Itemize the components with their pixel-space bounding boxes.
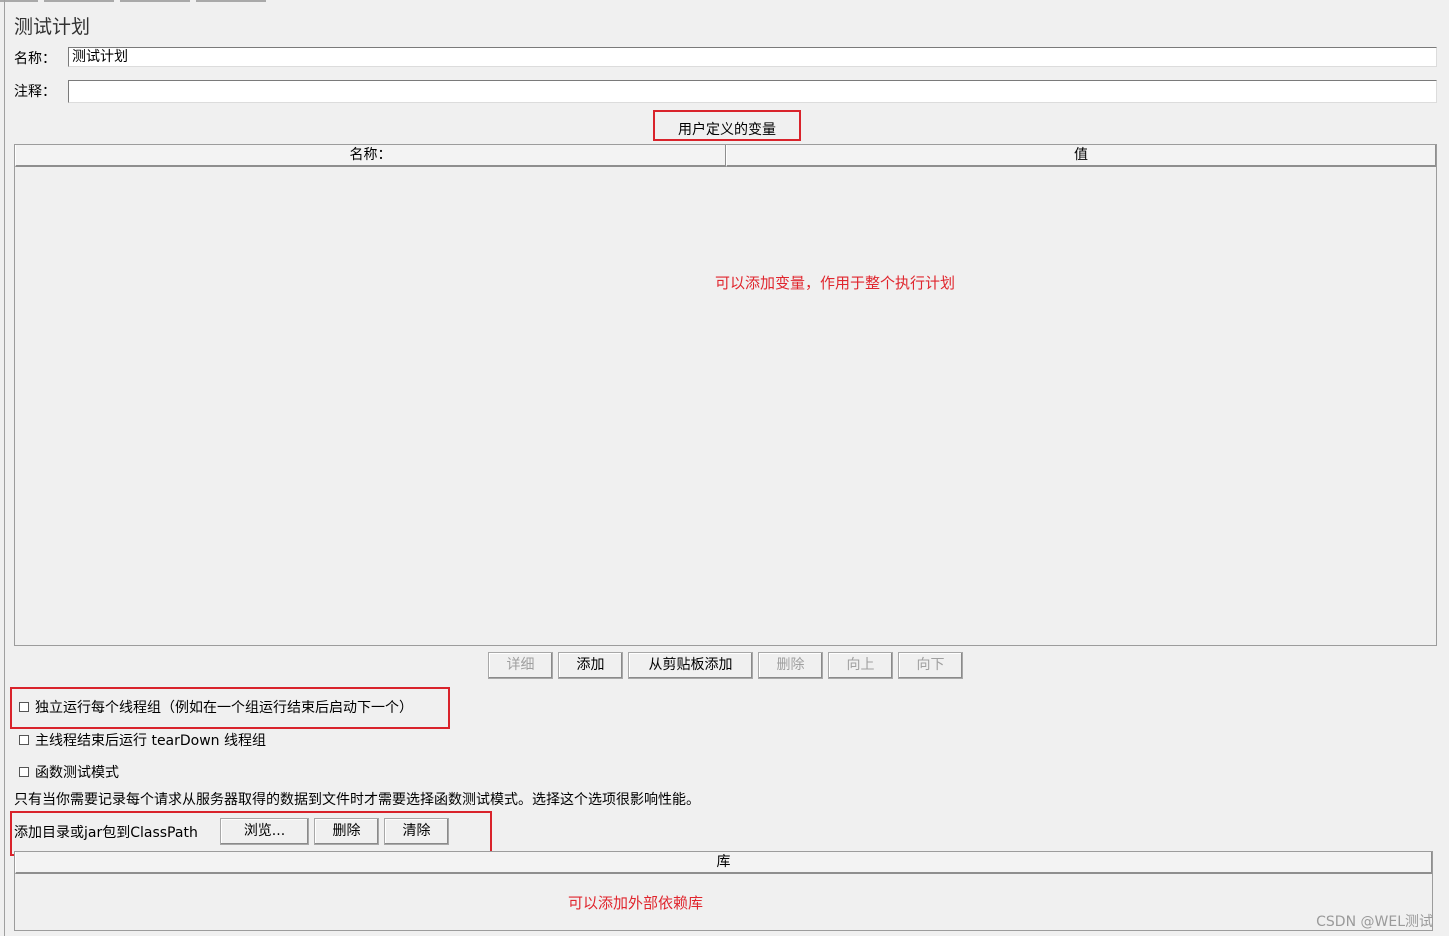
serialize-threadgroups-label: 独立运行每个线程组（例如在一个组运行结束后启动下一个）: [35, 700, 413, 716]
variables-section-title: 用户定义的变量: [678, 122, 776, 138]
library-annotation: 可以添加外部依赖库: [568, 894, 704, 912]
teardown-checkbox[interactable]: [19, 735, 29, 745]
name-label: 名称：: [14, 51, 56, 67]
variables-table[interactable]: 名称： 值: [14, 144, 1437, 646]
page-title: 测试计划: [14, 16, 91, 38]
name-field[interactable]: 测试计划: [68, 47, 1437, 67]
classpath-delete-button[interactable]: 删除: [314, 818, 379, 845]
add-button[interactable]: 添加: [558, 652, 623, 679]
comment-field[interactable]: [68, 80, 1437, 103]
delete-variable-button[interactable]: 删除: [758, 652, 823, 679]
name-field-value: 测试计划: [72, 49, 128, 65]
column-header-library[interactable]: 库: [15, 852, 1432, 874]
classpath-label: 添加目录或jar包到ClassPath: [14, 825, 198, 841]
move-up-button[interactable]: 向上: [828, 652, 893, 679]
tab-stub-1[interactable]: [0, 0, 38, 2]
functional-mode-label: 函数测试模式: [35, 765, 119, 781]
library-table[interactable]: 库: [14, 851, 1433, 931]
panel-left-border: [4, 0, 5, 936]
tab-stub-2[interactable]: [44, 0, 114, 2]
tab-stub-3[interactable]: [120, 0, 190, 2]
tab-stub-4[interactable]: [196, 0, 266, 2]
watermark: CSDN @WEL测试: [1316, 914, 1433, 930]
variables-annotation: 可以添加变量，作用于整个执行计划: [715, 274, 956, 292]
serialize-threadgroups-checkbox[interactable]: [19, 702, 29, 712]
browse-button[interactable]: 浏览...: [220, 818, 309, 845]
comment-label: 注释：: [14, 84, 56, 100]
column-header-name[interactable]: 名称：: [15, 145, 726, 167]
functional-mode-note: 只有当你需要记录每个请求从服务器取得的数据到文件时才需要选择函数测试模式。选择这…: [14, 792, 700, 808]
functional-mode-checkbox[interactable]: [19, 767, 29, 777]
move-down-button[interactable]: 向下: [898, 652, 963, 679]
teardown-label: 主线程结束后运行 tearDown 线程组: [35, 733, 267, 749]
column-header-value[interactable]: 值: [726, 145, 1436, 167]
detail-button[interactable]: 详细: [488, 652, 553, 679]
classpath-clear-button[interactable]: 清除: [384, 818, 449, 845]
add-from-clipboard-button[interactable]: 从剪贴板添加: [628, 652, 753, 679]
